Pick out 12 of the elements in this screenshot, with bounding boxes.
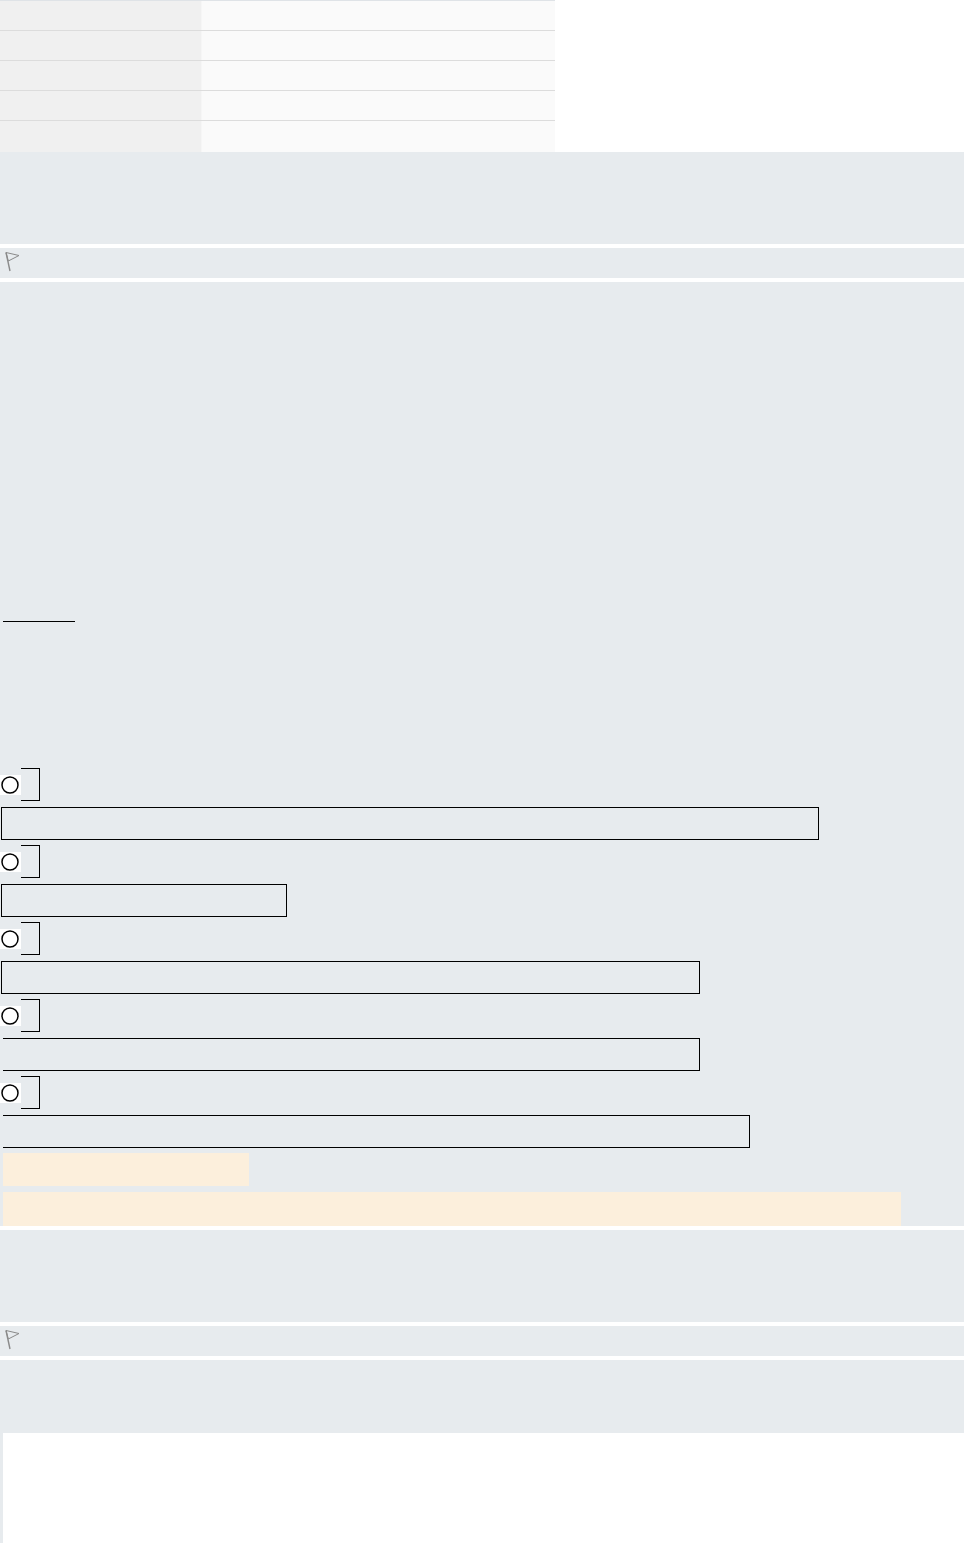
- radio-button[interactable]: [0, 774, 21, 795]
- radio-button[interactable]: [0, 928, 21, 949]
- radio-button[interactable]: [0, 1005, 21, 1026]
- option-label-frame: [21, 1076, 40, 1109]
- radio-button[interactable]: [0, 1082, 21, 1103]
- option-label-frame: [21, 845, 40, 878]
- flag-icon[interactable]: [4, 1329, 21, 1350]
- option-label-frame: [21, 999, 40, 1032]
- radio-button[interactable]: [0, 851, 21, 872]
- option-label-frame: [21, 922, 40, 955]
- flag-icon[interactable]: [4, 251, 21, 272]
- option-label-frame: [21, 768, 40, 801]
